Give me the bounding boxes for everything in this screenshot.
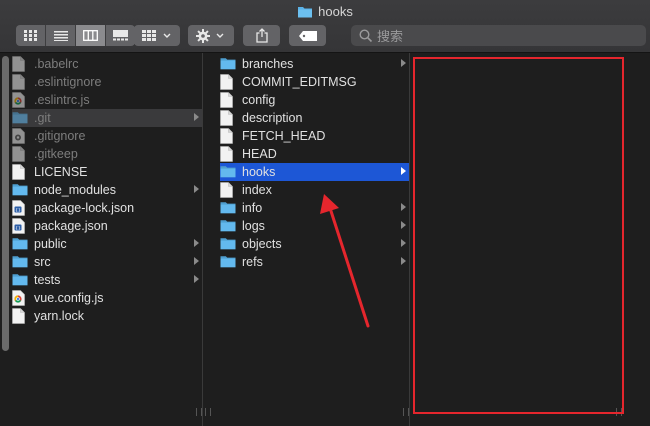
annotation-arrow xyxy=(320,194,370,328)
